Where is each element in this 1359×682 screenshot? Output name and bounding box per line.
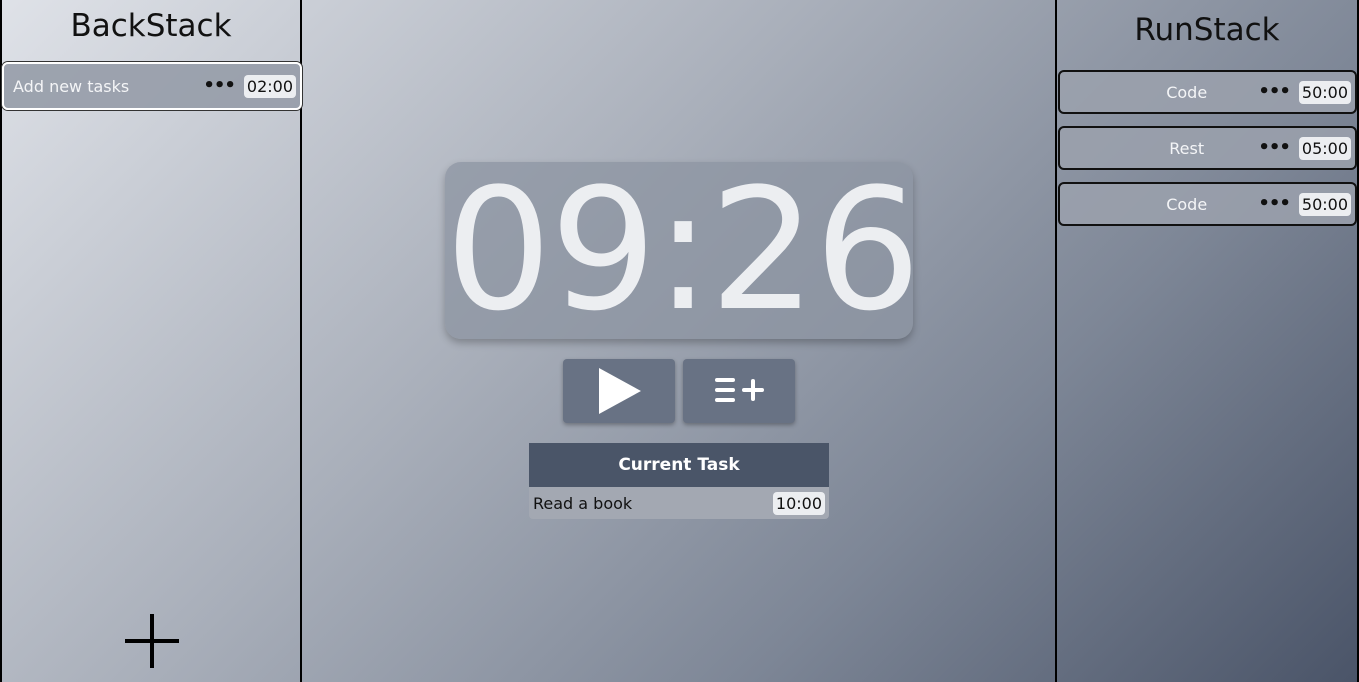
task-label: Code [1166, 82, 1208, 102]
task-label: Add new tasks [13, 76, 130, 96]
more-options-icon[interactable]: ••• [1258, 83, 1291, 101]
task-duration[interactable]: 05:00 [1298, 136, 1351, 160]
current-task-row[interactable]: Read a book 10:00 [529, 487, 829, 519]
play-button[interactable] [563, 359, 675, 423]
runstack-task-item[interactable]: Rest ••• 05:00 [1058, 126, 1357, 170]
list-add-icon [715, 378, 764, 402]
add-task-button[interactable] [125, 614, 179, 668]
current-task-header: Current Task [529, 443, 829, 487]
task-duration[interactable]: 50:00 [1298, 192, 1351, 216]
backstack-title: BackStack [70, 8, 232, 44]
queue-next-button[interactable] [683, 359, 795, 423]
runstack-panel: RunStack Code ••• 50:00 Rest ••• 05:00 C… [1055, 0, 1359, 682]
current-task-label: Read a book [533, 493, 633, 513]
task-duration[interactable]: 50:00 [1298, 80, 1351, 104]
task-label: Code [1166, 194, 1208, 214]
runstack-task-item[interactable]: Code ••• 50:00 [1058, 182, 1357, 226]
current-task-duration: 10:00 [772, 491, 825, 515]
runstack-title: RunStack [1134, 12, 1280, 48]
backstack-panel: BackStack Add new tasks ••• 02:00 [0, 0, 302, 682]
play-icon [599, 368, 641, 414]
backstack-task-item[interactable]: Add new tasks ••• 02:00 [2, 62, 302, 110]
task-duration[interactable]: 02:00 [243, 74, 296, 98]
more-options-icon[interactable]: ••• [1258, 195, 1291, 213]
runstack-task-item[interactable]: Code ••• 50:00 [1058, 70, 1357, 114]
more-options-icon[interactable]: ••• [203, 77, 236, 95]
current-task-card: Current Task Read a book 10:00 [529, 443, 829, 519]
timer-display: 09:26 [445, 162, 913, 339]
task-label: Rest [1169, 138, 1205, 158]
more-options-icon[interactable]: ••• [1258, 139, 1291, 157]
timer-panel: 09:26 Current Task Read a book 10:00 [302, 0, 1056, 682]
